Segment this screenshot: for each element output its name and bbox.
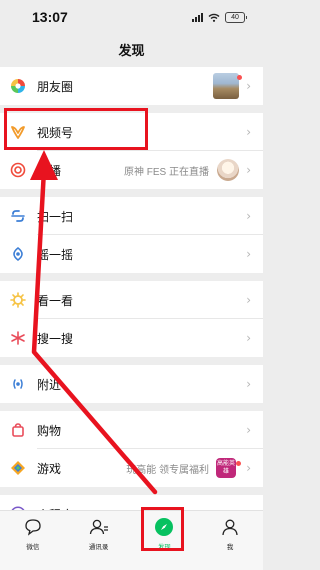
page-title: 发现: [118, 42, 145, 58]
game-icon: [10, 460, 26, 476]
chevron-right-icon: ›: [246, 125, 251, 139]
shake-icon: [10, 246, 26, 262]
menu-item-label: 购物: [37, 423, 62, 438]
chevron-right-icon: ›: [246, 331, 251, 345]
status-bar: 13:07 40: [0, 0, 263, 34]
tab-bar: 微信 通讯录 发现 我: [0, 510, 263, 570]
tab-me[interactable]: 我: [197, 511, 263, 570]
chevron-right-icon: ›: [246, 163, 251, 177]
live-avatar: [217, 159, 239, 181]
menu-item-shake[interactable]: 摇一摇 ›: [0, 235, 263, 273]
wifi-icon: [208, 13, 220, 22]
status-icons: 40: [192, 11, 247, 23]
chevron-right-icon: ›: [246, 209, 251, 223]
nearby-icon: [10, 376, 26, 392]
tab-label: 通讯录: [88, 544, 109, 551]
discover-tab-highlight-box: [141, 507, 184, 551]
menu-item-top-stories[interactable]: 看一看 ›: [0, 281, 263, 319]
tab-contacts[interactable]: 通讯录: [66, 511, 132, 570]
live-icon: [10, 162, 26, 178]
moments-thumbnail: [213, 73, 239, 99]
menu-item-label: 游戏: [37, 461, 62, 476]
game-badge: 高能英雄: [216, 458, 236, 478]
menu-item-label: 摇一摇: [37, 247, 74, 262]
wechat-discover-screen: 13:07 40 发现 朋友圈 › 视频号 › 直播 原神 FES 正在直播 ›…: [0, 0, 263, 570]
menu-item-label: 看一看: [37, 293, 74, 308]
contacts-icon: [89, 517, 109, 537]
channels-highlight-box: [4, 108, 148, 150]
menu-item-scan[interactable]: 扫一扫 ›: [0, 197, 263, 235]
menu-item-label: 朋友圈: [37, 79, 74, 94]
tab-label: 我: [226, 544, 234, 551]
chat-bubble-icon: [23, 517, 43, 537]
battery-icon: 40: [225, 11, 247, 23]
menu-item-live[interactable]: 直播 原神 FES 正在直播 ›: [0, 151, 263, 189]
menu-item-label: 搜一搜: [37, 331, 74, 346]
menu-item-nearby[interactable]: 附近 ›: [0, 365, 263, 403]
scan-icon: [10, 208, 26, 224]
games-promo-text: 玩高能 领专属福利: [126, 464, 209, 476]
notification-dot: [236, 461, 241, 466]
signal-icon: [192, 12, 203, 22]
menu-item-games[interactable]: 游戏 玩高能 领专属福利 高能英雄 ›: [0, 449, 263, 487]
tab-chats[interactable]: 微信: [0, 511, 66, 570]
status-time: 13:07: [32, 9, 68, 25]
shopping-bag-icon: [10, 422, 26, 438]
search-star-icon: [10, 330, 26, 346]
menu-item-label: 直播: [37, 163, 62, 178]
menu-item-moments[interactable]: 朋友圈 ›: [0, 67, 263, 105]
title-bar: 发现: [0, 34, 263, 64]
chevron-right-icon: ›: [246, 79, 251, 93]
top-stories-icon: [10, 292, 26, 308]
tab-label: 微信: [26, 544, 40, 551]
chevron-right-icon: ›: [246, 377, 251, 391]
live-status-text: 原神 FES 正在直播: [123, 166, 209, 178]
menu-item-shop[interactable]: 购物 ›: [0, 411, 263, 449]
chevron-right-icon: ›: [246, 423, 251, 437]
menu-item-label: 附近: [37, 377, 62, 392]
chevron-right-icon: ›: [246, 293, 251, 307]
menu-item-label: 扫一扫: [37, 209, 74, 224]
menu-item-search[interactable]: 搜一搜 ›: [0, 319, 263, 357]
moments-icon: [10, 78, 26, 94]
chevron-right-icon: ›: [246, 247, 251, 261]
chevron-right-icon: ›: [246, 461, 251, 475]
person-icon: [220, 517, 240, 537]
notification-dot: [237, 75, 242, 80]
